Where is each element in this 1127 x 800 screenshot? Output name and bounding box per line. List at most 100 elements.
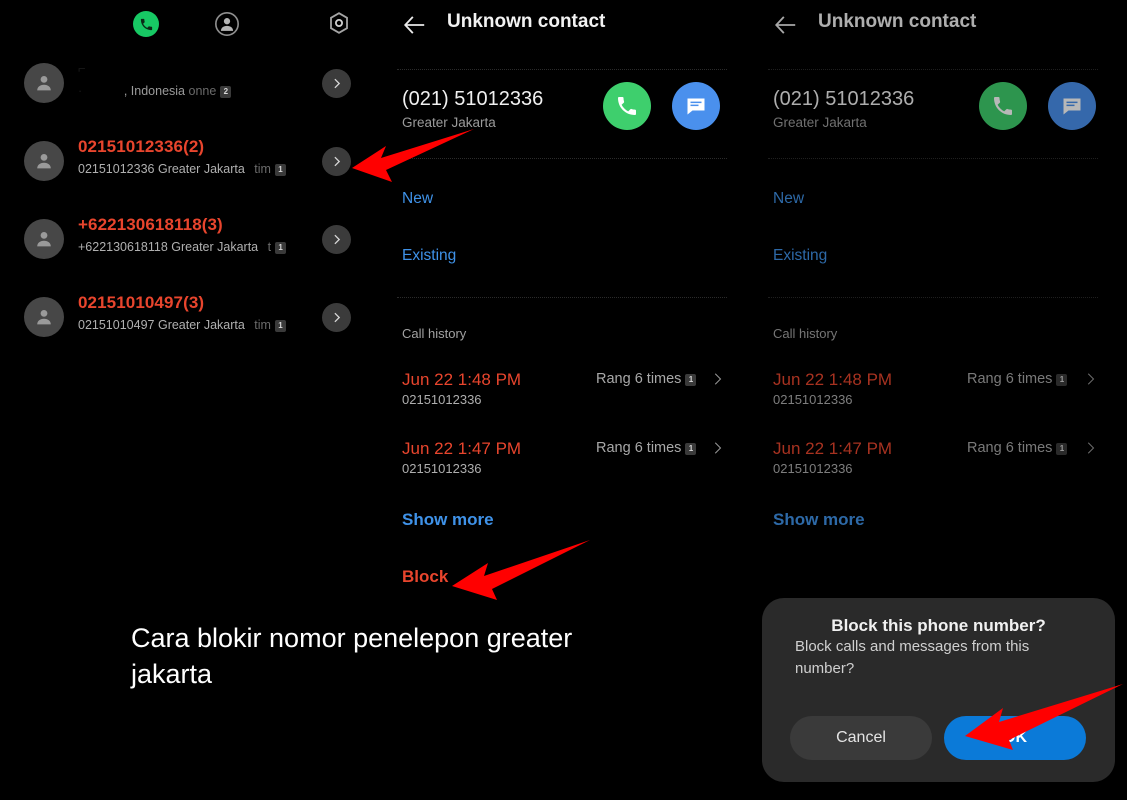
show-more-link[interactable]: Show more — [402, 510, 494, 530]
avatar — [24, 297, 64, 337]
phone-number: (021) 51012336 — [402, 88, 544, 110]
call-history-row[interactable]: Jun 22 1:48 PM 02151012336 Rang 6 times 1 — [751, 369, 1127, 415]
call-history-chevron[interactable] — [1083, 372, 1097, 386]
chevron-right-icon — [714, 373, 722, 385]
avatar — [24, 141, 64, 181]
call-history-status: Rang 6 times 1 — [967, 440, 1068, 456]
detail-header: Unknown contact — [751, 6, 1127, 46]
call-history-date: Jun 22 1:48 PM — [773, 370, 893, 389]
call-log-row-text: +622130618118(3) +622130618118 Greater J… — [78, 214, 308, 256]
call-icon — [618, 97, 636, 115]
existing-contact-link[interactable]: Existing — [773, 247, 827, 265]
dialog-message: Block calls and messages from this numbe… — [795, 638, 1030, 677]
gear-icon — [330, 12, 348, 34]
dialog-title: Block this phone number? — [831, 616, 1046, 635]
page-title: Unknown contact — [447, 11, 606, 32]
call-log-row-chevron-button[interactable] — [322, 303, 351, 332]
phone-number-block[interactable]: (021) 51012336 Greater Jakarta — [773, 86, 914, 132]
call-log-row[interactable]: ⌐ · , Indonesia onne 2 — [0, 54, 380, 118]
call-log-row-chevron-button[interactable] — [322, 69, 351, 98]
block-link[interactable]: Block — [402, 567, 448, 587]
avatar — [24, 219, 64, 259]
phone-number-block[interactable]: (021) 51012336 Greater Jakarta — [402, 86, 543, 132]
top-tab-bar — [0, 0, 380, 48]
back-arrow-icon — [774, 16, 796, 34]
message-icon — [1063, 98, 1081, 115]
chevron-right-icon — [714, 442, 722, 454]
settings-tab[interactable] — [327, 11, 355, 39]
new-contact-link[interactable]: New — [773, 190, 804, 208]
chevron-right-icon — [334, 156, 341, 167]
phone-location: Greater Jakarta — [402, 115, 496, 130]
block-confirmation-dialog: Block this phone number? Block calls and… — [762, 598, 1115, 782]
call-history-row[interactable]: Jun 22 1:47 PM 02151012336 Rang 6 times 1 — [751, 438, 1127, 484]
call-history-date: Jun 22 1:48 PM — [402, 370, 522, 389]
show-more-link[interactable]: Show more — [773, 510, 865, 530]
call-history-label: Call history — [773, 326, 838, 341]
call-history-row[interactable]: Jun 22 1:47 PM 02151012336 Rang 6 times 1 — [380, 438, 751, 484]
message-button[interactable] — [672, 82, 720, 130]
call-log-row-chevron-button[interactable] — [322, 225, 351, 254]
chevron-right-icon — [1087, 442, 1095, 454]
call-history-number: 02151012336 — [402, 392, 482, 407]
sim-badge: 1 — [1056, 374, 1068, 386]
chevron-right-icon — [334, 78, 341, 89]
call-button[interactable] — [979, 82, 1027, 130]
call-log-row-subtitle: 02151010497 Greater Jakarta tim 1 — [78, 316, 308, 334]
divider — [397, 158, 727, 159]
call-history-chevron[interactable] — [710, 441, 724, 455]
call-history-number: 02151012336 — [402, 461, 482, 476]
sim-badge: 1 — [685, 374, 697, 386]
chevron-right-icon — [1087, 373, 1095, 385]
call-history-number: 02151012336 — [773, 461, 853, 476]
call-history-status: Rang 6 times 1 — [596, 371, 697, 387]
new-contact-link[interactable]: New — [402, 190, 433, 208]
divider — [397, 297, 727, 298]
call-log-row[interactable]: +622130618118(3) +622130618118 Greater J… — [0, 210, 380, 274]
call-history-row[interactable]: Jun 22 1:48 PM 02151012336 Rang 6 times 1 — [380, 369, 751, 415]
call-log-row-text: ⌐ · , Indonesia onne 2 — [78, 58, 323, 100]
divider — [397, 69, 727, 70]
cancel-button[interactable]: Cancel — [790, 716, 932, 760]
sim-badge: 1 — [274, 320, 286, 332]
sim-badge: 1 — [1056, 443, 1068, 455]
call-log-row-text: 02151012336(2) 02151012336 Greater Jakar… — [78, 136, 308, 178]
divider — [768, 297, 1098, 298]
screenshot-root: ⌐ · , Indonesia onne 2 02151012336(2) 021… — [0, 0, 1127, 800]
call-log-row-chevron-button[interactable] — [322, 147, 351, 176]
call-log-row-title: ⌐ — [78, 61, 86, 76]
ok-button[interactable]: OK — [944, 716, 1086, 760]
message-icon — [687, 98, 705, 115]
call-history-chevron[interactable] — [1083, 441, 1097, 455]
person-icon — [215, 12, 239, 36]
sim-badge: 2 — [220, 86, 232, 98]
existing-contact-link[interactable]: Existing — [402, 247, 456, 265]
call-log-row[interactable]: 02151012336(2) 02151012336 Greater Jakar… — [0, 132, 380, 196]
phone-number: (021) 51012336 — [773, 88, 915, 110]
phone-tab[interactable] — [133, 11, 161, 39]
back-button[interactable] — [402, 12, 428, 38]
contacts-tab[interactable] — [214, 11, 242, 39]
call-log-row[interactable]: 02151010497(3) 02151010497 Greater Jakar… — [0, 288, 380, 352]
call-log-row-subtitle: · , Indonesia onne 2 — [78, 82, 323, 100]
phone-icon — [133, 11, 159, 37]
phone-location: Greater Jakarta — [773, 115, 867, 130]
call-history-label: Call history — [402, 326, 467, 341]
call-history-date: Jun 22 1:47 PM — [402, 439, 522, 458]
call-log-row-title: 02151012336(2) — [78, 137, 205, 156]
divider — [768, 158, 1098, 159]
call-history-number: 02151012336 — [773, 392, 853, 407]
call-log-row-subtitle: 02151012336 Greater Jakarta tim 1 — [78, 160, 308, 178]
back-arrow-icon — [403, 16, 425, 34]
sim-badge: 1 — [685, 443, 697, 455]
call-history-status: Rang 6 times 1 — [596, 440, 697, 456]
call-button[interactable] — [603, 82, 651, 130]
call-log-row-title: +622130618118(3) — [78, 215, 223, 234]
call-history-date: Jun 22 1:47 PM — [773, 439, 893, 458]
call-log-row-text: 02151010497(3) 02151010497 Greater Jakar… — [78, 292, 308, 334]
call-history-chevron[interactable] — [710, 372, 724, 386]
caption-text: Cara blokir nomor penelepon greater jaka… — [131, 623, 573, 689]
message-button[interactable] — [1048, 82, 1096, 130]
sim-badge: 1 — [274, 164, 286, 176]
back-button[interactable] — [773, 12, 799, 38]
